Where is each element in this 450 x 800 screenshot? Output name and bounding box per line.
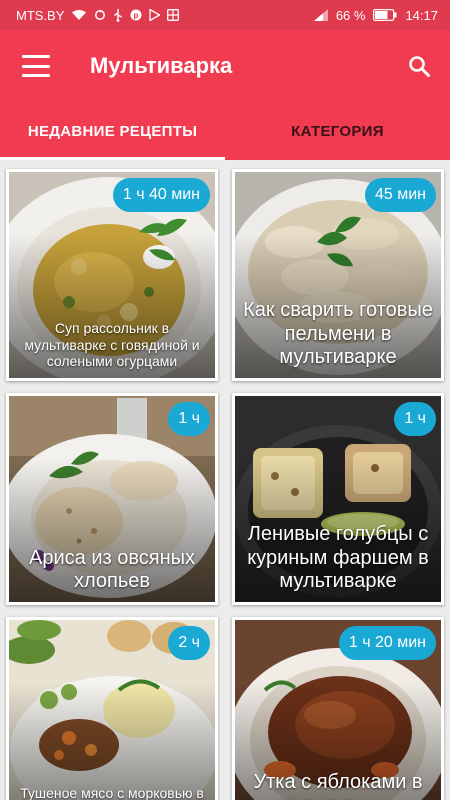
search-icon[interactable] — [404, 51, 434, 81]
wifi-icon — [71, 9, 87, 21]
tab-category[interactable]: КАТЕГОРИЯ — [225, 102, 450, 160]
recipe-card[interactable]: 2 ч Тушеное мясо с морковью в мультиварк… — [6, 617, 218, 800]
recipe-photo: 1 ч Ариса из овсяных хлопьев — [9, 396, 215, 602]
recipe-card[interactable]: 1 ч 40 мин Суп рассольник в мультиварке … — [6, 169, 218, 381]
signal-icon — [313, 9, 328, 21]
recipe-title: Как сварить готовые пельмени в мультивар… — [243, 299, 433, 369]
recipe-title: Ариса из овсяных хлопьев — [29, 546, 195, 593]
recipe-card[interactable]: 45 мин Как сварить готовые пельмени в му… — [232, 169, 444, 381]
recipe-photo: 1 ч 20 мин Утка с яблоками в мультиварке — [235, 620, 441, 800]
recipe-card[interactable]: 1 ч Ариса из овсяных хлопьев — [6, 393, 218, 605]
sync-icon — [94, 9, 106, 21]
cook-time-badge: 1 ч — [394, 402, 436, 436]
carrier-label: MTS.BY — [16, 7, 65, 23]
status-bar: MTS.BY p 66 % 14:17 — [0, 0, 450, 30]
recipe-title: Ленивые голубцы с куриным фаршем в мульт… — [247, 523, 429, 593]
recipe-card[interactable]: 1 ч Ленивые голубцы с куриным фаршем в м… — [232, 393, 444, 605]
app-bar: Мультиварка — [0, 30, 450, 102]
recipe-photo: 1 ч 40 мин Суп рассольник в мультиварке … — [9, 172, 215, 378]
recipe-photo: 2 ч Тушеное мясо с морковью в мультиварк… — [9, 620, 215, 800]
gallery-icon — [167, 9, 180, 21]
cook-time-badge: 1 ч — [168, 402, 210, 436]
play-store-icon — [149, 9, 161, 21]
cook-time-badge: 45 мин — [364, 178, 436, 212]
recipe-card[interactable]: 1 ч 20 мин Утка с яблоками в мультиварке — [232, 617, 444, 800]
recipe-photo: 1 ч Ленивые голубцы с куриным фаршем в м… — [235, 396, 441, 602]
app-title: Мультиварка — [90, 53, 233, 78]
tab-recent-recipes[interactable]: НЕДАВНИЕ РЕЦЕПТЫ — [0, 102, 225, 160]
recipe-title: Суп рассольник в мультиварке с говядиной… — [24, 320, 200, 370]
battery-percent: 66 % — [335, 7, 366, 23]
recipe-title: Утка с яблоками в мультиварке — [253, 770, 423, 800]
menu-icon[interactable] — [22, 55, 50, 77]
recipe-photo: 45 мин Как сварить готовые пельмени в му… — [235, 172, 441, 378]
svg-text:p: p — [134, 11, 139, 20]
cook-time-badge: 1 ч 20 мин — [338, 626, 436, 660]
tab-bar: НЕДАВНИЕ РЕЦЕПТЫ КАТЕГОРИЯ — [0, 102, 450, 160]
recipe-grid: 1 ч 40 мин Суп рассольник в мультиварке … — [0, 160, 450, 800]
usb-icon — [113, 8, 123, 22]
cook-time-badge: 1 ч 40 мин — [112, 178, 210, 212]
recipe-title: Тушеное мясо с морковью в мультиварке — [20, 784, 204, 800]
cook-time-badge: 2 ч — [168, 626, 210, 660]
clock: 14:17 — [405, 7, 438, 23]
pinterest-icon: p — [130, 9, 142, 21]
battery-icon — [373, 9, 397, 21]
